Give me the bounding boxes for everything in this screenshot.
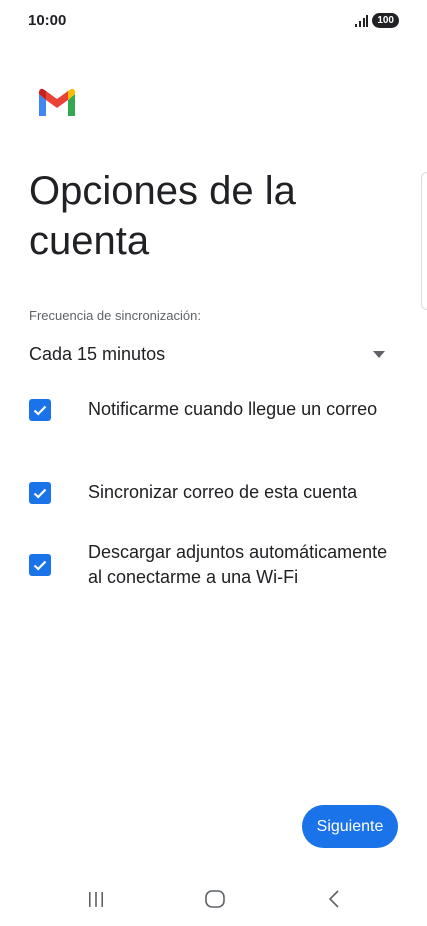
status-icons: 100 — [354, 13, 399, 28]
option-sync[interactable]: Sincronizar correo de esta cuenta — [29, 480, 389, 505]
notify-checkbox[interactable] — [29, 398, 51, 421]
status-bar: 10:00 100 — [0, 0, 427, 44]
option-download-attachments[interactable]: Descargar adjuntos automáticamente al co… — [29, 540, 389, 590]
battery-level: 100 — [372, 13, 399, 28]
recents-icon — [89, 892, 103, 907]
option-label: Sincronizar correo de esta cuenta — [88, 482, 358, 502]
sync-frequency-label: Frecuencia de sincronización: — [29, 308, 201, 323]
signal-icon — [355, 14, 369, 27]
gmail-logo — [39, 88, 75, 116]
home-icon — [205, 890, 225, 908]
navigation-bar — [0, 875, 427, 925]
check-icon — [33, 405, 47, 416]
home-button[interactable] — [201, 887, 229, 911]
next-button[interactable]: Siguiente — [302, 805, 398, 848]
recents-button[interactable] — [82, 887, 110, 911]
status-time: 10:00 — [28, 12, 67, 29]
download-attachments-checkbox[interactable] — [29, 554, 51, 576]
option-label: Notificarme cuando llegue un correo — [88, 399, 378, 419]
back-button[interactable] — [321, 887, 349, 911]
back-icon — [328, 890, 339, 908]
sync-frequency-value: Cada 15 minutos — [29, 343, 166, 364]
dropdown-arrow-icon — [373, 350, 385, 358]
sync-checkbox[interactable] — [29, 481, 51, 504]
page-title: Opciones de la cuenta — [29, 169, 296, 263]
option-label: Descargar adjuntos automáticamente al co… — [88, 542, 388, 587]
scroll-indicator[interactable] — [421, 172, 427, 310]
check-icon — [33, 488, 47, 499]
sync-frequency-dropdown[interactable]: Cada 15 minutos — [29, 338, 387, 370]
check-icon — [33, 560, 47, 571]
option-notify[interactable]: Notificarme cuando llegue un correo — [29, 397, 389, 422]
